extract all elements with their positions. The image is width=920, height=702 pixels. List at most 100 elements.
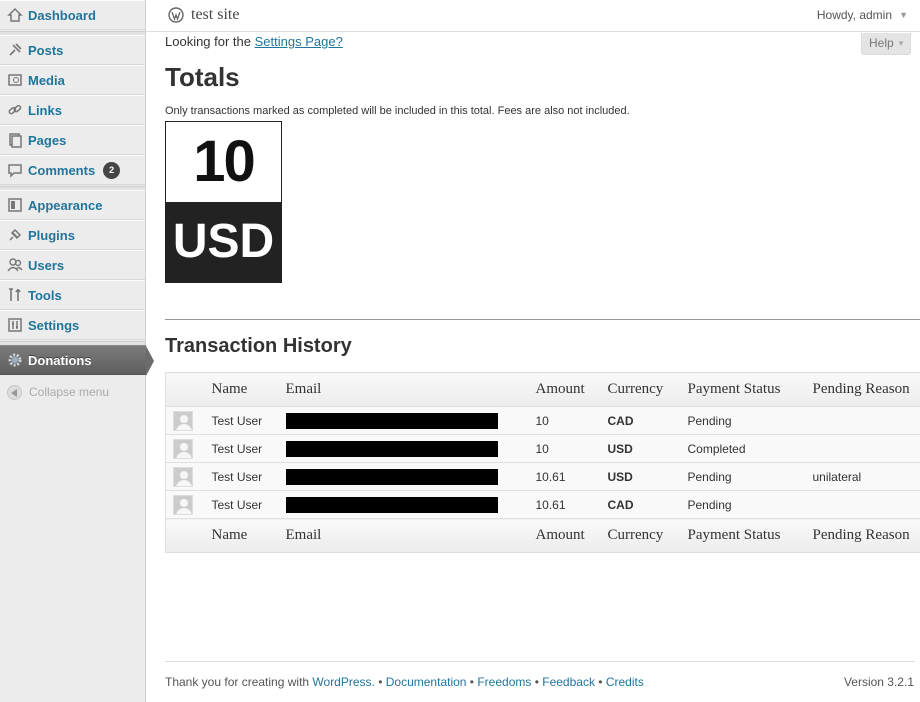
column-footer-name: Name (211, 518, 286, 553)
sidebar-item-label: Media (28, 72, 65, 88)
sidebar-item-label: Tools (28, 287, 62, 303)
appearance-icon (7, 197, 23, 213)
sidebar-item-label: Donations (28, 352, 92, 368)
total-currency: USD (166, 202, 281, 282)
total-display: 10 USD (165, 121, 282, 283)
redacted-email (285, 468, 498, 485)
footer-link-credits[interactable]: Credits (606, 675, 644, 689)
table-footer-row: Name Email Amount Currency Payment Statu… (165, 518, 920, 553)
footer-separator: • (374, 675, 386, 689)
sidebar-item-donations[interactable]: Donations (0, 345, 154, 376)
avatar-cell (165, 462, 212, 491)
sidebar-item-tools[interactable]: Tools (0, 280, 145, 310)
avatar (173, 410, 193, 431)
footer-link-wordpress[interactable]: WordPress. (312, 675, 374, 689)
footer-separator: • (531, 675, 543, 689)
avatar (173, 466, 193, 487)
email-cell (285, 434, 536, 463)
sidebar-item-comments[interactable]: Comments 2 (0, 155, 145, 185)
media-icon (7, 72, 23, 88)
name-cell: Test User (211, 462, 286, 491)
avatar-column-header (165, 372, 212, 407)
currency-cell: USD (607, 462, 688, 491)
status-cell: Pending (687, 406, 813, 435)
status-cell: Pending (687, 462, 813, 491)
help-label: Help (869, 36, 894, 50)
email-cell (285, 406, 536, 435)
sidebar-item-users[interactable]: Users (0, 250, 145, 280)
avatar-cell (165, 434, 212, 463)
section-divider (165, 319, 920, 320)
column-header-pending-reason: Pending Reason (812, 372, 920, 407)
amount-cell: 10.61 (535, 490, 608, 519)
sidebar-item-appearance[interactable]: Appearance (0, 190, 145, 220)
email-cell (285, 462, 536, 491)
pages-icon (7, 132, 23, 148)
chevron-down-icon: ▼ (897, 39, 905, 48)
pin-icon (7, 42, 23, 58)
settings-page-link[interactable]: Settings Page? (255, 34, 343, 49)
amount-cell: 10 (535, 434, 608, 463)
sidebar-item-pages[interactable]: Pages (0, 125, 145, 155)
help-tab[interactable]: Help ▼ (861, 33, 911, 55)
totals-note: Only transactions marked as completed wi… (165, 105, 630, 117)
footer-separator: • (594, 675, 606, 689)
footer-credits: Thank you for creating with WordPress. •… (165, 675, 644, 689)
table-header-row: Name Email Amount Currency Payment Statu… (165, 372, 920, 407)
name-cell: Test User (211, 490, 286, 519)
collapse-arrow-icon (7, 384, 22, 400)
footer-thanks: Thank you for creating with (165, 675, 313, 689)
table-row: Test User 10.61 USD Pending unilateral (165, 462, 920, 491)
sidebar-item-media[interactable]: Media (0, 65, 145, 95)
sidebar-item-label: Dashboard (28, 7, 96, 23)
name-cell: Test User (211, 406, 286, 435)
comment-icon (7, 162, 23, 178)
transaction-table: Name Email Amount Currency Payment Statu… (165, 372, 920, 553)
totals-heading: Totals (165, 62, 240, 92)
column-footer-currency: Currency (607, 518, 688, 553)
reason-cell: unilateral (812, 462, 920, 491)
gear-icon (7, 352, 23, 368)
settings-notice: Looking for the Settings Page? (165, 34, 343, 49)
chevron-down-icon[interactable]: ▼ (899, 10, 908, 20)
currency-cell: CAD (607, 490, 688, 519)
footer-separator: • (466, 675, 478, 689)
sidebar-item-plugins[interactable]: Plugins (0, 220, 145, 250)
column-header-payment-status: Payment Status (687, 372, 813, 407)
sidebar-item-links[interactable]: Links (0, 95, 145, 125)
notice-text: Looking for the (165, 34, 255, 49)
users-icon (7, 257, 23, 273)
reason-cell (812, 406, 920, 435)
currency-cell: CAD (607, 406, 688, 435)
amount-cell: 10 (535, 406, 608, 435)
avatar-cell (165, 490, 212, 519)
amount-cell: 10.61 (535, 462, 608, 491)
sidebar-item-dashboard[interactable]: Dashboard (0, 0, 145, 30)
avatar-column-footer (165, 518, 212, 553)
sidebar-item-label: Settings (28, 317, 80, 333)
name-cell: Test User (211, 434, 286, 463)
collapse-menu-button[interactable]: Collapse menu (0, 380, 145, 404)
table-row: Test User 10 USD Completed (165, 434, 920, 463)
sidebar-item-settings[interactable]: Settings (0, 310, 145, 340)
sidebar-item-label: Comments (28, 162, 96, 178)
reason-cell (812, 490, 920, 519)
status-cell: Pending (687, 490, 813, 519)
column-header-email: Email (285, 372, 536, 407)
column-header-name: Name (211, 372, 286, 407)
footer-link-freedoms[interactable]: Freedoms (477, 675, 531, 689)
user-greeting[interactable]: Howdy, admin (817, 8, 892, 22)
redacted-email (285, 496, 498, 513)
column-footer-payment-status: Payment Status (687, 518, 813, 553)
currency-cell: USD (607, 434, 688, 463)
tools-icon (7, 287, 23, 303)
sidebar-item-posts[interactable]: Posts (0, 35, 145, 65)
version-text: Version 3.2.1 (843, 675, 914, 689)
footer-link-feedback[interactable]: Feedback (542, 675, 595, 689)
wordpress-logo-icon[interactable] (168, 7, 184, 23)
avatar (173, 494, 193, 515)
site-title[interactable]: test site (191, 6, 239, 24)
table-row: Test User 10 CAD Pending (165, 406, 920, 435)
footer-link-documentation[interactable]: Documentation (386, 675, 467, 689)
column-header-currency: Currency (607, 372, 688, 407)
